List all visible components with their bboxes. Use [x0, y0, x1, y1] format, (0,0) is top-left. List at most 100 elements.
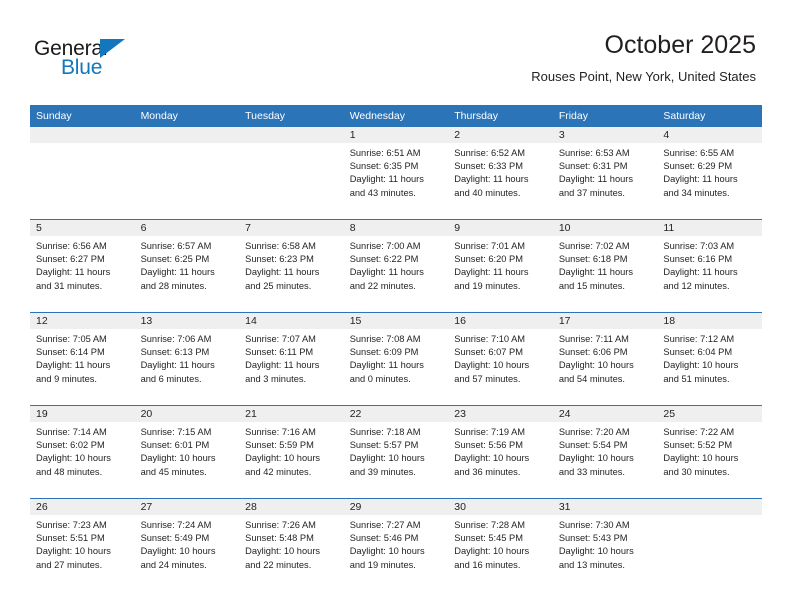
sunrise-text: Sunrise: 7:01 AM [454, 241, 526, 251]
day-details: Sunrise: 6:52 AM Sunset: 6:33 PM Daylight:… [448, 143, 553, 200]
day-cell-inner: 6 Sunrise: 6:57 AM Sunset: 6:25 PM Daylight… [134, 220, 240, 312]
daylight-text-line2: and 3 minutes. [245, 373, 307, 384]
calendar-week-row: 19 Sunrise: 7:14 AM Sunset: 6:02 PM Dayligh… [30, 405, 762, 499]
calendar-day-cell[interactable]: 4 Sunrise: 6:55 AM Sunset: 6:29 PM Daylight… [657, 127, 762, 220]
calendar-day-cell[interactable]: 5 Sunrise: 6:56 AM Sunset: 6:27 PM Daylight… [30, 219, 135, 313]
daylight-text-line1: Daylight: 10 hours [245, 453, 321, 464]
calendar-day-cell[interactable]: 28 Sunrise: 7:26 AM Sunset: 5:48 PM Dayligh… [239, 498, 344, 591]
calendar-day-cell[interactable]: 16 Sunrise: 7:10 AM Sunset: 6:07 PM Dayligh… [448, 312, 553, 406]
day-details: Sunrise: 6:58 AM Sunset: 6:23 PM Daylight:… [239, 236, 344, 293]
day-details: Sunrise: 7:20 AM Sunset: 5:54 PM Daylight:… [553, 422, 658, 479]
page-subtitle: Rouses Point, New York, United States [531, 69, 756, 84]
calendar-day-cell[interactable]: 27 Sunrise: 7:24 AM Sunset: 5:49 PM Dayligh… [134, 498, 240, 591]
day-number: 30 [448, 499, 553, 515]
day-details: Sunrise: 7:12 AM Sunset: 6:04 PM Daylight:… [657, 329, 762, 386]
calendar-body: 1 Sunrise: 6:51 AM Sunset: 6:35 PM Daylight… [30, 127, 762, 591]
day-number [30, 127, 135, 143]
day-cell-inner [657, 499, 762, 591]
calendar-day-cell[interactable]: 30 Sunrise: 7:28 AM Sunset: 5:45 PM Dayligh… [448, 498, 553, 591]
daylight-text-line2: and 19 minutes. [349, 559, 416, 570]
daylight-text-line2: and 31 minutes. [36, 280, 103, 291]
day-number: 15 [343, 313, 449, 329]
day-cell-inner: 30 Sunrise: 7:28 AM Sunset: 5:45 PM Dayligh… [448, 499, 553, 591]
weekday-header-friday: Friday [552, 105, 658, 127]
calendar-day-cell[interactable]: 11 Sunrise: 7:03 AM Sunset: 6:16 PM Dayligh… [657, 219, 762, 313]
calendar-day-cell[interactable]: 22 Sunrise: 7:18 AM Sunset: 5:57 PM Dayligh… [343, 405, 449, 499]
day-number: 23 [448, 406, 553, 422]
day-number: 12 [30, 313, 135, 329]
daylight-text-line2: and 12 minutes. [663, 280, 730, 291]
calendar-day-cell[interactable]: 13 Sunrise: 7:06 AM Sunset: 6:13 PM Dayligh… [134, 312, 240, 406]
day-number: 21 [239, 406, 344, 422]
logo-triangle-icon [100, 39, 125, 58]
calendar-day-cell[interactable]: 3 Sunrise: 6:53 AM Sunset: 6:31 PM Daylight… [552, 127, 658, 220]
daylight-text-line1: Daylight: 11 hours [245, 267, 320, 278]
daylight-text-line2: and 28 minutes. [140, 280, 207, 291]
calendar-day-cell[interactable]: 7 Sunrise: 6:58 AM Sunset: 6:23 PM Daylight… [239, 219, 344, 313]
logo-text-blue: Blue [61, 56, 103, 79]
day-details: Sunrise: 7:28 AM Sunset: 5:45 PM Daylight:… [448, 515, 553, 572]
daylight-text-line1: Daylight: 11 hours [140, 360, 215, 371]
sunset-text: Sunset: 6:04 PM [663, 347, 733, 358]
calendar-day-cell[interactable]: 6 Sunrise: 6:57 AM Sunset: 6:25 PM Daylight… [134, 219, 240, 313]
day-details: Sunrise: 7:06 AM Sunset: 6:13 PM Daylight:… [135, 329, 240, 386]
daylight-text-line2: and 33 minutes. [558, 466, 625, 477]
day-cell-inner: 1 Sunrise: 6:51 AM Sunset: 6:35 PM Daylight… [343, 127, 449, 219]
calendar-day-cell[interactable]: 15 Sunrise: 7:08 AM Sunset: 6:09 PM Dayligh… [343, 312, 449, 406]
calendar-day-cell[interactable]: 10 Sunrise: 7:02 AM Sunset: 6:18 PM Dayligh… [552, 219, 658, 313]
daylight-text-line2: and 37 minutes. [558, 187, 625, 198]
calendar-day-cell[interactable]: 9 Sunrise: 7:01 AM Sunset: 6:20 PM Daylight… [448, 219, 553, 313]
day-number: 5 [30, 220, 135, 236]
calendar-day-cell[interactable]: 12 Sunrise: 7:05 AM Sunset: 6:14 PM Dayligh… [30, 312, 135, 406]
calendar-day-cell[interactable]: 24 Sunrise: 7:20 AM Sunset: 5:54 PM Dayligh… [552, 405, 658, 499]
daylight-text-line2: and 27 minutes. [36, 559, 103, 570]
day-details: Sunrise: 7:01 AM Sunset: 6:20 PM Daylight:… [448, 236, 553, 293]
weekday-header-thursday: Thursday [448, 105, 553, 127]
sunset-text: Sunset: 5:59 PM [245, 440, 314, 451]
calendar-day-cell[interactable]: 18 Sunrise: 7:12 AM Sunset: 6:04 PM Dayligh… [657, 312, 762, 406]
calendar-day-cell[interactable]: 23 Sunrise: 7:19 AM Sunset: 5:56 PM Dayligh… [448, 405, 553, 499]
day-number: 6 [134, 220, 240, 236]
daylight-text-line1: Daylight: 11 hours [558, 174, 634, 185]
sunset-text: Sunset: 5:45 PM [454, 533, 523, 544]
calendar-day-cell[interactable]: 29 Sunrise: 7:27 AM Sunset: 5:46 PM Dayligh… [343, 498, 449, 591]
calendar-day-cell[interactable]: 8 Sunrise: 7:00 AM Sunset: 6:22 PM Daylight… [343, 219, 449, 313]
sunset-text: Sunset: 6:07 PM [454, 347, 523, 358]
sunrise-text: Sunrise: 7:18 AM [349, 427, 421, 437]
sunrise-text: Sunrise: 6:56 AM [36, 241, 107, 251]
daylight-text-line2: and 24 minutes. [140, 559, 207, 570]
calendar-day-cell[interactable]: 1 Sunrise: 6:51 AM Sunset: 6:35 PM Daylight… [343, 127, 449, 220]
day-details: Sunrise: 6:56 AM Sunset: 6:27 PM Daylight:… [30, 236, 135, 293]
calendar-day-cell[interactable]: 17 Sunrise: 7:11 AM Sunset: 6:06 PM Dayligh… [552, 312, 658, 406]
daylight-text-line2: and 36 minutes. [454, 466, 521, 477]
calendar-day-cell[interactable]: 14 Sunrise: 7:07 AM Sunset: 6:11 PM Dayligh… [239, 312, 344, 406]
daylight-text-line1: Daylight: 10 hours [140, 453, 216, 464]
day-cell-inner: 12 Sunrise: 7:05 AM Sunset: 6:14 PM Dayligh… [30, 313, 135, 405]
day-cell-inner: 19 Sunrise: 7:14 AM Sunset: 6:02 PM Dayligh… [30, 406, 135, 498]
daylight-text-line1: Daylight: 11 hours [140, 267, 215, 278]
day-cell-inner: 21 Sunrise: 7:16 AM Sunset: 5:59 PM Dayligh… [239, 406, 344, 498]
sunset-text: Sunset: 6:31 PM [558, 161, 628, 172]
calendar-day-cell[interactable]: 19 Sunrise: 7:14 AM Sunset: 6:02 PM Dayligh… [30, 405, 135, 499]
calendar-day-cell[interactable]: 21 Sunrise: 7:16 AM Sunset: 5:59 PM Dayligh… [239, 405, 344, 499]
daylight-text-line2: and 22 minutes. [349, 280, 416, 291]
calendar-day-cell[interactable]: 31 Sunrise: 7:30 AM Sunset: 5:43 PM Dayligh… [552, 498, 658, 591]
calendar-day-cell[interactable]: 2 Sunrise: 6:52 AM Sunset: 6:33 PM Daylight… [448, 127, 553, 220]
day-number: 26 [30, 499, 135, 515]
calendar-day-cell[interactable]: 20 Sunrise: 7:15 AM Sunset: 6:01 PM Dayligh… [134, 405, 240, 499]
day-number: 24 [552, 406, 658, 422]
daylight-text-line1: Daylight: 11 hours [663, 174, 738, 185]
sunrise-text: Sunrise: 7:26 AM [245, 520, 316, 530]
day-number: 8 [343, 220, 449, 236]
day-cell-inner: 22 Sunrise: 7:18 AM Sunset: 5:57 PM Dayligh… [343, 406, 449, 498]
daylight-text-line1: Daylight: 11 hours [36, 360, 111, 371]
day-cell-inner: 4 Sunrise: 6:55 AM Sunset: 6:29 PM Daylight… [657, 127, 762, 219]
daylight-text-line2: and 57 minutes. [454, 373, 521, 384]
day-number: 16 [448, 313, 553, 329]
sunset-text: Sunset: 6:23 PM [245, 254, 314, 265]
day-cell-inner: 10 Sunrise: 7:02 AM Sunset: 6:18 PM Dayligh… [552, 220, 658, 312]
calendar-day-cell[interactable]: 26 Sunrise: 7:23 AM Sunset: 5:51 PM Dayligh… [30, 498, 135, 591]
calendar-day-cell[interactable]: 25 Sunrise: 7:22 AM Sunset: 5:52 PM Dayligh… [657, 405, 762, 499]
sunset-text: Sunset: 6:29 PM [663, 161, 733, 172]
sunset-text: Sunset: 5:57 PM [349, 440, 419, 451]
